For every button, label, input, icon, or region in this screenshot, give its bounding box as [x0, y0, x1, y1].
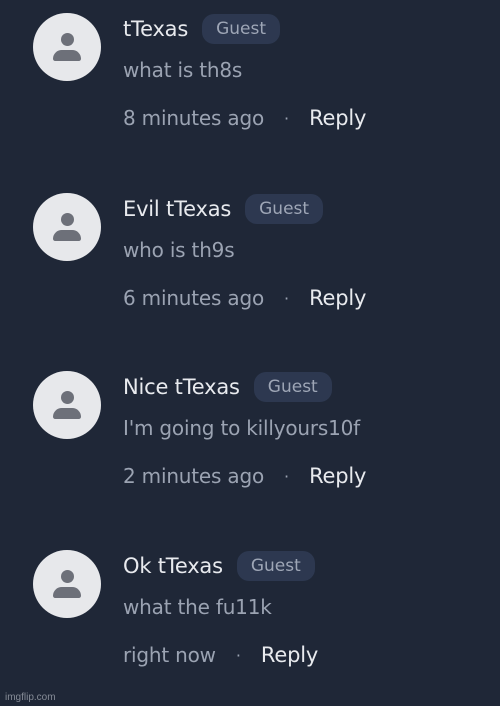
comment-timestamp: 8 minutes ago [123, 106, 264, 130]
separator-dot: · [283, 466, 290, 486]
avatar[interactable] [33, 193, 101, 261]
comment-header: tTexas Guest [123, 12, 281, 46]
comment-header: Nice tTexas Guest [123, 370, 332, 404]
avatar[interactable] [33, 550, 101, 618]
comment-text: what is th8s [123, 58, 243, 82]
comment-meta: right now · Reply [123, 643, 318, 667]
comment-meta: 8 minutes ago · Reply [123, 106, 366, 130]
avatar[interactable] [33, 13, 101, 81]
comment-item: Ok tTexas Guest what the fu11k right now… [0, 537, 500, 677]
comment-text: what the fu11k [123, 595, 272, 619]
comment-username[interactable]: Ok tTexas [123, 554, 223, 578]
comment-timestamp: 6 minutes ago [123, 286, 264, 310]
comment-text: I'm going to killyours10f [123, 416, 361, 440]
comment-header: Evil tTexas Guest [123, 192, 324, 226]
reply-button[interactable]: Reply [309, 464, 366, 488]
separator-dot: · [283, 108, 290, 128]
separator-dot: · [283, 288, 290, 308]
comment-username[interactable]: tTexas [123, 17, 188, 41]
guest-badge: Guest [202, 14, 281, 44]
comment-header: Ok tTexas Guest [123, 549, 315, 583]
reply-button[interactable]: Reply [309, 106, 366, 130]
guest-badge: Guest [253, 372, 332, 402]
comment-meta: 2 minutes ago · Reply [123, 464, 366, 488]
comment-username[interactable]: Evil tTexas [123, 197, 231, 221]
avatar[interactable] [33, 371, 101, 439]
comment-username[interactable]: Nice tTexas [123, 375, 240, 399]
comment-item: tTexas Guest what is th8s 8 minutes ago … [0, 0, 500, 140]
comment-meta: 6 minutes ago · Reply [123, 286, 366, 310]
comment-timestamp: right now [123, 643, 216, 667]
comment-item: Evil tTexas Guest who is th9s 6 minutes … [0, 180, 500, 320]
reply-button[interactable]: Reply [261, 643, 318, 667]
watermark: imgflip.com [5, 692, 56, 703]
guest-badge: Guest [236, 551, 315, 581]
comment-text: who is th9s [123, 238, 235, 262]
comment-timestamp: 2 minutes ago [123, 464, 264, 488]
guest-badge: Guest [245, 194, 324, 224]
comment-item: Nice tTexas Guest I'm going to killyours… [0, 358, 500, 498]
reply-button[interactable]: Reply [309, 286, 366, 310]
separator-dot: · [235, 645, 241, 665]
